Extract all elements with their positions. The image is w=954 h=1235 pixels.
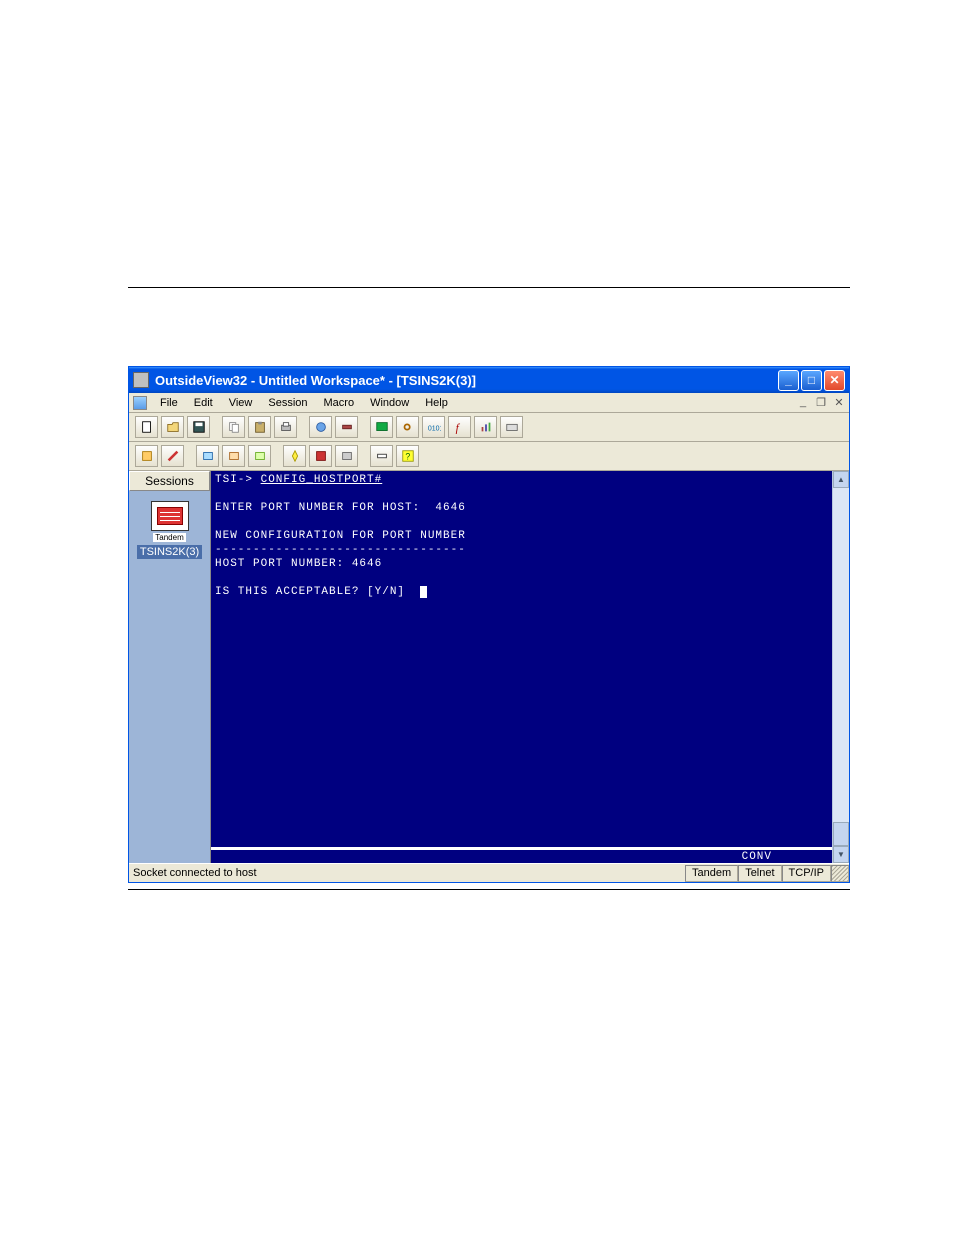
window-controls: _ □ ✕ (778, 370, 845, 391)
terminal-command: CONFIG_HOSTPORT# (261, 474, 383, 486)
close-button[interactable]: ✕ (824, 370, 845, 391)
toolbar-separator (361, 445, 367, 467)
tool-button[interactable] (196, 445, 219, 467)
session-icon (151, 501, 189, 531)
svg-text:0101: 0101 (427, 426, 440, 433)
menubar: File Edit View Session Macro Window Help… (129, 393, 849, 413)
terminal-line: HOST PORT NUMBER: 4646 (215, 558, 382, 570)
toolbar-separator (300, 416, 306, 438)
terminal-mode: CONV (742, 851, 772, 863)
tool-button[interactable] (248, 445, 271, 467)
toolbar-separator (361, 416, 367, 438)
sessions-panel: Sessions Tandem TSINS2K(3) (129, 471, 211, 863)
status-transport: TCP/IP (782, 865, 831, 882)
toolbar-separator (187, 445, 193, 467)
svg-text:?: ? (405, 452, 410, 462)
menu-macro[interactable]: Macro (317, 395, 362, 411)
tool-button[interactable] (222, 445, 245, 467)
scroll-down-button[interactable]: ▼ (833, 846, 849, 863)
scroll-thumb[interactable] (833, 822, 849, 846)
divider-bottom (128, 889, 850, 890)
resize-grip[interactable] (831, 865, 849, 882)
save-button[interactable] (187, 416, 210, 438)
vertical-scrollbar[interactable]: ▲ ▼ (832, 471, 849, 863)
statusbar: Socket connected to host Tandem Telnet T… (129, 863, 849, 882)
mdi-controls: _ ❐ ✕ (796, 396, 846, 409)
tool-button[interactable] (335, 445, 358, 467)
mdi-close-button[interactable]: ✕ (832, 396, 846, 409)
status-message: Socket connected to host (129, 865, 685, 882)
menu-edit[interactable]: Edit (187, 395, 220, 411)
minimize-button[interactable]: _ (778, 370, 799, 391)
binary-button[interactable]: 0101 (422, 416, 445, 438)
function-button[interactable]: f (448, 416, 471, 438)
paste-button[interactable] (248, 416, 271, 438)
keyboard-button[interactable] (500, 416, 523, 438)
mdi-minimize-button[interactable]: _ (796, 396, 810, 409)
print-button[interactable] (274, 416, 297, 438)
session-label: TSINS2K(3) (137, 545, 202, 559)
tool-button[interactable] (309, 445, 332, 467)
link-button[interactable] (396, 416, 419, 438)
app-window: OutsideView32 - Untitled Workspace* - [T… (128, 366, 850, 883)
screen-button[interactable] (370, 416, 393, 438)
open-button[interactable] (161, 416, 184, 438)
help-button[interactable]: ? (396, 445, 419, 467)
terminal-line: NEW CONFIGURATION FOR PORT NUMBER (215, 530, 466, 542)
tool-button[interactable] (161, 445, 184, 467)
session-caption: Tandem (153, 533, 185, 542)
menu-file[interactable]: File (153, 395, 185, 411)
tool-button[interactable] (135, 445, 158, 467)
tool-button[interactable] (370, 445, 393, 467)
app-icon (133, 372, 149, 388)
terminal-line: IS THIS ACCEPTABLE? [Y/N] (215, 586, 420, 598)
cursor-icon (420, 586, 427, 598)
status-emulation: Tandem (685, 865, 738, 882)
terminal-line: --------------------------------- (215, 544, 466, 556)
terminal-prompt: TSI-> (215, 474, 261, 486)
toolbar-separator (213, 416, 219, 438)
work-area: Sessions Tandem TSINS2K(3) TSI-> CONFIG_… (129, 471, 849, 863)
titlebar[interactable]: OutsideView32 - Untitled Workspace* - [T… (129, 367, 849, 393)
divider-top (128, 287, 850, 288)
mdi-icon[interactable] (133, 396, 147, 410)
toolbar-separator (274, 445, 280, 467)
maximize-button[interactable]: □ (801, 370, 822, 391)
menu-window[interactable]: Window (363, 395, 416, 411)
new-button[interactable] (135, 416, 158, 438)
status-protocol: Telnet (738, 865, 781, 882)
disconnect-button[interactable] (335, 416, 358, 438)
mdi-restore-button[interactable]: ❐ (814, 396, 828, 409)
terminal-status-line: CONV (211, 847, 832, 863)
svg-text:f: f (455, 422, 460, 434)
tool-button[interactable] (283, 445, 306, 467)
toolbar-row-2: ? (129, 442, 849, 471)
window-title: OutsideView32 - Untitled Workspace* - [T… (155, 373, 778, 388)
connect-button[interactable] (309, 416, 332, 438)
terminal-wrap: TSI-> CONFIG_HOSTPORT# ENTER PORT NUMBER… (211, 471, 832, 863)
scroll-up-button[interactable]: ▲ (833, 471, 849, 488)
menu-session[interactable]: Session (261, 395, 314, 411)
copy-button[interactable] (222, 416, 245, 438)
chart-button[interactable] (474, 416, 497, 438)
session-item[interactable]: Tandem TSINS2K(3) (129, 501, 210, 559)
terminal[interactable]: TSI-> CONFIG_HOSTPORT# ENTER PORT NUMBER… (211, 471, 832, 863)
sessions-header[interactable]: Sessions (129, 471, 210, 491)
terminal-line: ENTER PORT NUMBER FOR HOST: 4646 (215, 502, 466, 514)
menu-help[interactable]: Help (418, 395, 455, 411)
toolbar-row-1: 0101 f (129, 413, 849, 442)
menu-view[interactable]: View (222, 395, 260, 411)
